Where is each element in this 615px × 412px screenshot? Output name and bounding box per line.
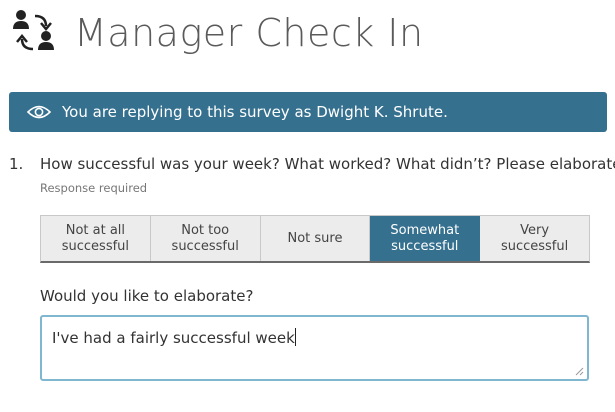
option-not-too-successful[interactable]: Not too successful (151, 216, 261, 261)
page-header: Manager Check In (10, 8, 424, 58)
option-somewhat-successful[interactable]: Somewhat successful (370, 216, 481, 261)
resize-grip-icon[interactable] (574, 366, 584, 376)
eye-icon (27, 105, 51, 119)
banner-text: You are replying to this survey as Dwigh… (62, 103, 448, 121)
elaborate-label: Would you like to elaborate? (40, 287, 254, 305)
page-title: Manager Check In (74, 11, 424, 55)
people-exchange-icon (13, 10, 54, 51)
elaborate-textarea[interactable]: I've had a fairly successful week (40, 315, 589, 381)
rating-scale: Not at all successful Not too successful N… (40, 215, 590, 263)
elaborate-value: I've had a fairly successful week (52, 329, 295, 347)
option-not-sure[interactable]: Not sure (261, 216, 371, 261)
text-cursor (294, 328, 296, 346)
question-text: How successful was your week? What worke… (40, 155, 615, 173)
response-required-note: Response required (40, 181, 148, 195)
question-number: 1. (9, 155, 24, 173)
option-very-successful[interactable]: Very successful (480, 216, 589, 261)
replying-as-banner: You are replying to this survey as Dwigh… (9, 92, 607, 132)
option-not-at-all-successful[interactable]: Not at all successful (41, 216, 151, 261)
